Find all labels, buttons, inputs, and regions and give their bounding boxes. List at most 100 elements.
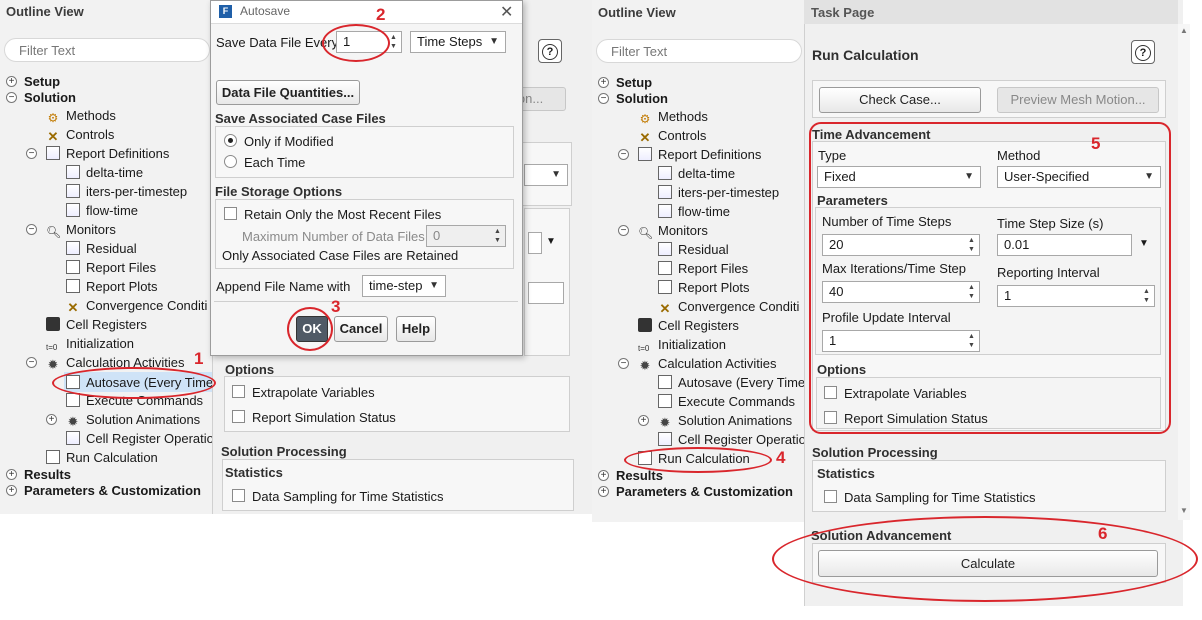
max-iter-input[interactable]: 40 ▲ ▼	[822, 281, 980, 303]
help-icon[interactable]: ?	[1131, 40, 1155, 64]
left-report-status-label: Report Simulation Status	[252, 410, 396, 425]
tree-solution[interactable]: Solution	[24, 88, 76, 107]
tree-delta-time[interactable]: delta-time	[658, 164, 735, 183]
scroll-up-arrow-icon[interactable]: ▲	[1180, 26, 1188, 35]
tree-calculation-activities[interactable]: ✹ Calculation Activities	[46, 353, 185, 372]
max-files-input[interactable]: 0 ▲ ▼	[426, 225, 506, 247]
dropdown-arrow-icon[interactable]: ▼	[1139, 238, 1149, 249]
collapse-icon[interactable]: −	[6, 92, 17, 103]
left-type-select-partial[interactable]: ▼	[524, 164, 568, 186]
ok-button[interactable]: OK	[296, 316, 328, 342]
left-spin-partial-2[interactable]	[528, 282, 564, 304]
report-status-checkbox[interactable]	[824, 411, 837, 424]
tree-delta-time[interactable]: delta-time	[66, 163, 143, 182]
tree-solution-animations[interactable]: ✹ Solution Animations	[658, 411, 793, 430]
collapse-icon[interactable]: −	[618, 149, 629, 160]
tree-flow-time[interactable]: flow-time	[658, 202, 730, 221]
left-data-sampling-checkbox[interactable]	[232, 489, 245, 502]
tree-cell-register-ops[interactable]: Cell Register Operatio	[66, 429, 214, 448]
only-if-modified-radio[interactable]	[224, 134, 237, 147]
expand-icon[interactable]: +	[598, 77, 609, 88]
tree-convergence[interactable]: ✕ Convergence Conditi	[658, 297, 800, 316]
tree-execute-commands[interactable]: Execute Commands	[66, 391, 203, 410]
collapse-icon[interactable]: −	[26, 224, 37, 235]
tree-monitors[interactable]: 🔍︎ Monitors	[638, 221, 708, 240]
tree-parameters[interactable]: Parameters & Customization	[24, 481, 201, 500]
cancel-button[interactable]: Cancel	[334, 316, 388, 342]
help-button[interactable]: Help	[396, 316, 436, 342]
expand-icon[interactable]: +	[46, 414, 57, 425]
tree-cell-register-ops[interactable]: Cell Register Operatio	[658, 430, 806, 449]
left-filter-input[interactable]: Filter Text	[4, 38, 210, 62]
method-select[interactable]: User-Specified ▼	[997, 166, 1161, 188]
tree-parameters[interactable]: Parameters & Customization	[616, 482, 793, 501]
profile-input[interactable]: 1 ▲ ▼	[822, 330, 980, 352]
left-spin-partial[interactable]	[528, 232, 542, 254]
expand-icon[interactable]: +	[6, 76, 17, 87]
type-select[interactable]: Fixed ▼	[817, 166, 981, 188]
extrapolate-checkbox[interactable]	[824, 386, 837, 399]
tree-report-files[interactable]: Report Files	[66, 258, 156, 277]
expand-icon[interactable]: +	[6, 485, 17, 496]
tree-monitors[interactable]: 🔍︎ Monitors	[46, 220, 116, 239]
check-case-button[interactable]: Check Case...	[819, 87, 981, 113]
tree-controls[interactable]: ✕ Controls	[638, 126, 707, 145]
tree-report-files[interactable]: Report Files	[658, 259, 748, 278]
each-time-radio[interactable]	[224, 155, 237, 168]
tree-controls[interactable]: ✕ Controls	[46, 125, 115, 144]
tree-residual[interactable]: Residual	[658, 240, 729, 259]
tree-autosave[interactable]: Autosave (Every Time	[658, 373, 805, 392]
collapse-icon[interactable]: −	[26, 357, 37, 368]
tree-cell-registers[interactable]: Cell Registers	[638, 316, 739, 335]
tree-report-plots[interactable]: Report Plots	[658, 278, 750, 297]
scrollbar-track[interactable]	[1178, 24, 1190, 520]
retain-recent-label: Retain Only the Most Recent Files	[244, 207, 442, 222]
tree-initialization[interactable]: t=0 Initialization	[638, 335, 726, 354]
tree-label: Calculation Activities	[66, 355, 185, 370]
data-file-quantities-button[interactable]: Data File Quantities...	[216, 80, 360, 105]
help-icon[interactable]: ?	[538, 39, 562, 63]
tree-report-plots[interactable]: Report Plots	[66, 277, 158, 296]
tree-methods[interactable]: ⚙ Methods	[638, 107, 708, 126]
expand-icon[interactable]: +	[6, 469, 17, 480]
expand-icon[interactable]: +	[638, 415, 649, 426]
tree-methods[interactable]: ⚙ Methods	[46, 106, 116, 125]
step-size-input[interactable]: 0.01	[997, 234, 1132, 256]
tree-flow-time[interactable]: flow-time	[66, 201, 138, 220]
tree-iters-per-timestep[interactable]: iters-per-timestep	[66, 182, 187, 201]
tree-convergence[interactable]: ✕ Convergence Conditi	[66, 296, 208, 315]
num-steps-input[interactable]: 20 ▲ ▼	[822, 234, 980, 256]
tree-calculation-activities[interactable]: ✹ Calculation Activities	[638, 354, 777, 373]
tree-cell-registers[interactable]: Cell Registers	[46, 315, 147, 334]
scroll-down-arrow-icon[interactable]: ▼	[1180, 506, 1188, 515]
tree-residual[interactable]: Residual	[66, 239, 137, 258]
left-report-status-checkbox[interactable]	[232, 410, 245, 423]
preview-mesh-motion-button[interactable]: Preview Mesh Motion...	[997, 87, 1159, 113]
right-filter-input[interactable]: Filter Text	[596, 39, 802, 63]
left-extrapolate-checkbox[interactable]	[232, 385, 245, 398]
save-every-input[interactable]: 1 ▲ ▼	[336, 31, 402, 53]
tree-autosave[interactable]: Autosave (Every Time	[66, 373, 213, 392]
reporting-input[interactable]: 1 ▲ ▼	[997, 285, 1155, 307]
dropdown-arrow-icon[interactable]: ▼	[546, 236, 556, 247]
collapse-icon[interactable]: −	[618, 358, 629, 369]
data-sampling-checkbox[interactable]	[824, 490, 837, 503]
report-icon	[66, 165, 80, 179]
append-select[interactable]: time-step ▼	[362, 275, 446, 297]
units-select[interactable]: Time Steps ▼	[410, 31, 506, 53]
tree-report-definitions[interactable]: Report Definitions	[46, 144, 169, 163]
retain-recent-checkbox[interactable]	[224, 207, 237, 220]
tree-execute-commands[interactable]: Execute Commands	[658, 392, 795, 411]
collapse-icon[interactable]: −	[598, 93, 609, 104]
tree-solution[interactable]: Solution	[616, 89, 668, 108]
tree-solution-animations[interactable]: ✹ Solution Animations	[66, 410, 201, 429]
collapse-icon[interactable]: −	[26, 148, 37, 159]
tree-initialization[interactable]: t=0 Initialization	[46, 334, 134, 353]
close-icon[interactable]: ✕	[500, 2, 513, 22]
collapse-icon[interactable]: −	[618, 225, 629, 236]
tree-report-definitions[interactable]: Report Definitions	[638, 145, 761, 164]
expand-icon[interactable]: +	[598, 470, 609, 481]
expand-icon[interactable]: +	[598, 486, 609, 497]
calculate-button[interactable]: Calculate	[818, 550, 1158, 577]
tree-iters-per-timestep[interactable]: iters-per-timestep	[658, 183, 779, 202]
